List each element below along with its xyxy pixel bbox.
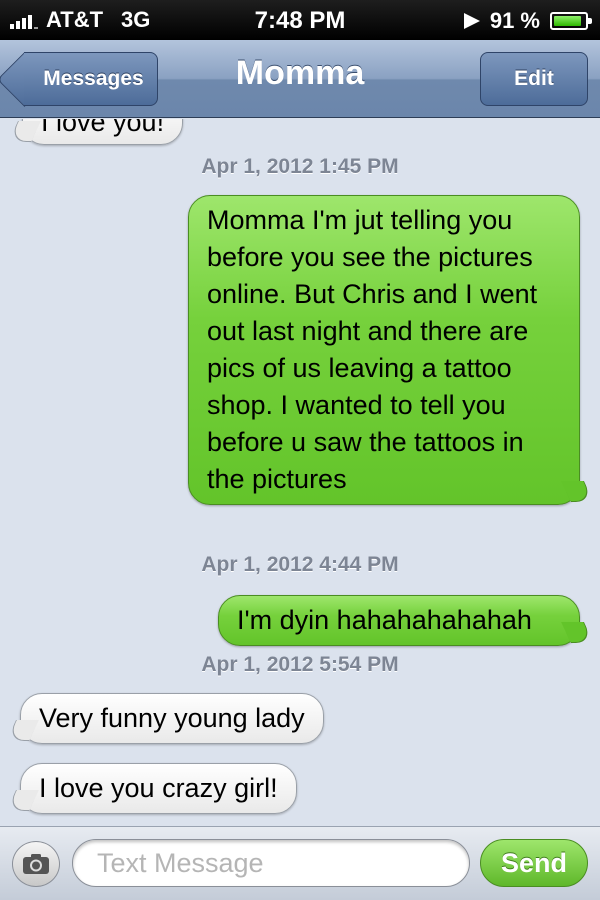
text-message-input[interactable] — [72, 839, 470, 887]
status-right: 91 % — [463, 8, 592, 34]
send-button[interactable]: Send — [480, 839, 588, 887]
message-incoming[interactable]: I love you! — [22, 119, 184, 145]
compose-bar: Send — [0, 826, 600, 900]
message-timestamp: Apr 1, 2012 5:54 PM — [201, 653, 399, 676]
message-incoming[interactable]: I love you crazy girl! — [20, 763, 297, 814]
camera-button[interactable] — [12, 841, 60, 887]
status-bar: AT&T 3G 7:48 PM 91 % — [0, 0, 600, 40]
back-to-messages-button[interactable]: Messages — [24, 52, 158, 106]
message-incoming[interactable]: Very funny young lady — [20, 693, 324, 744]
battery-percent: 91 % — [489, 8, 540, 33]
message-timestamp: Apr 1, 2012 4:44 PM — [201, 553, 399, 576]
location-services-icon — [463, 13, 480, 29]
battery-icon — [550, 12, 592, 30]
conversation-thread[interactable]: I love you! Apr 1, 2012 1:45 PM Momma I'… — [0, 119, 600, 826]
edit-button[interactable]: Edit — [480, 52, 588, 106]
message-timestamp: Apr 1, 2012 1:45 PM — [201, 155, 399, 178]
message-outgoing[interactable]: I'm dyin hahahahahahah — [218, 595, 580, 646]
message-outgoing[interactable]: Momma I'm jut telling you before you see… — [188, 195, 580, 505]
battery-fill — [554, 16, 582, 26]
navigation-bar: Messages Momma Edit — [0, 40, 600, 118]
camera-icon — [23, 854, 49, 874]
